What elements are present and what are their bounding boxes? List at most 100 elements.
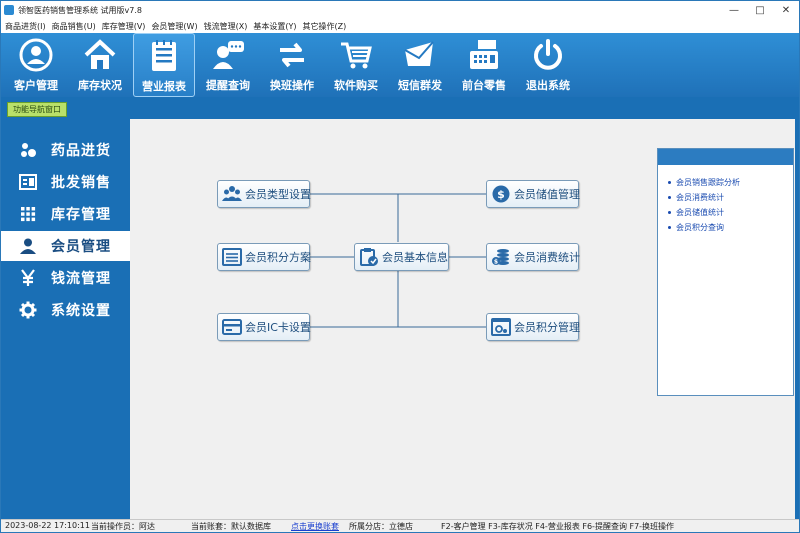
node-ic-card[interactable]: 会员IC卡设置 — [217, 313, 311, 341]
grid-icon — [21, 207, 36, 222]
toolbar-label: 提醒查询 — [206, 79, 250, 92]
status-branch: 所属分店：立德店 — [349, 522, 413, 531]
link-label: 会员积分查询 — [676, 223, 724, 232]
sidebar-item-member[interactable]: 会员管理 — [1, 231, 130, 261]
toolbar-retail-button[interactable]: 前台零售 — [453, 33, 515, 97]
main-toolbar: 客户管理 库存状况 营业报表 提醒查询 换班操作 软件购买 短信群发 前台零售 — [1, 33, 799, 97]
sidebar-item-label: 钱流管理 — [51, 271, 111, 287]
link-member-consumption-stats[interactable]: 会员消费统计 — [668, 190, 793, 205]
settings-panel-icon — [491, 318, 511, 336]
sidebar-item-cashflow[interactable]: 钱流管理 — [1, 263, 130, 293]
link-member-points-query[interactable]: 会员积分查询 — [668, 220, 793, 235]
node-stored-value[interactable]: $ 会员储值管理 — [486, 180, 580, 208]
toolbar-label: 营业报表 — [142, 80, 186, 93]
content-border — [795, 119, 799, 519]
yen-icon — [21, 269, 35, 286]
menu-bar: 商品进货(I) 商品销售(U) 库存管理(V) 会员管理(W) 钱流管理(X) … — [1, 19, 799, 33]
report-icon — [152, 40, 176, 71]
tab-function-nav[interactable]: 功能导航窗口 — [7, 102, 67, 117]
window-controls: — □ ✕ — [721, 1, 799, 19]
node-member-basic-info[interactable]: 会员基本信息 — [354, 243, 449, 271]
toolbar-sms-button[interactable]: 短信群发 — [389, 33, 451, 97]
ledger-icon — [19, 174, 37, 190]
node-points-scheme[interactable]: 会员积分方案 — [217, 243, 311, 271]
menu-purchase[interactable]: 商品进货(I) — [5, 21, 46, 32]
sidebar-item-settings[interactable]: 系统设置 — [1, 295, 130, 325]
panel-header — [658, 149, 793, 165]
menu-cashflow[interactable]: 钱流管理(X) — [204, 21, 248, 32]
people-icon — [222, 186, 242, 201]
menu-other[interactable]: 其它操作(Z) — [302, 21, 346, 32]
link-member-stored-value-stats[interactable]: 会员储值统计 — [668, 205, 793, 220]
close-button[interactable]: ✕ — [773, 1, 799, 19]
toolbar-label: 库存状况 — [78, 79, 122, 92]
toolbar-stock-button[interactable]: 库存状况 — [69, 33, 131, 97]
toolbar-label: 短信群发 — [398, 79, 442, 92]
bullet-icon — [668, 211, 671, 214]
status-bar: 2023-08-22 17:10:11 当前操作员：阿达 当前账套：默认数据库 … — [1, 519, 799, 532]
sidebar-item-label: 批发销售 — [51, 175, 111, 191]
quick-links-panel: 会员销售跟踪分析 会员消费统计 会员储值统计 会员积分查询 — [657, 148, 794, 396]
minimize-button[interactable]: — — [721, 1, 747, 19]
toolbar-label: 前台零售 — [462, 79, 506, 92]
home-icon — [84, 39, 116, 69]
app-icon — [4, 5, 14, 15]
node-label: 会员消费统计 — [514, 251, 580, 264]
sidebar: 药品进货 批发销售 库存管理 会员管理 钱流管理 系统设置 — [1, 119, 130, 519]
svg-text:$: $ — [494, 259, 498, 266]
node-consumption-stats[interactable]: $ 会员消费统计 — [486, 243, 580, 271]
sidebar-item-label: 系统设置 — [51, 303, 111, 319]
switch-account-link[interactable]: 点击更换账套 — [291, 521, 339, 532]
menu-inventory[interactable]: 库存管理(V) — [102, 21, 146, 32]
status-account: 当前账套：默认数据库 — [191, 522, 271, 531]
menu-settings[interactable]: 基本设置(Y) — [253, 21, 296, 32]
cart-icon — [341, 42, 372, 69]
link-label: 会员储值统计 — [676, 208, 724, 217]
sidebar-item-label: 会员管理 — [51, 239, 111, 255]
bullet-icon — [668, 196, 671, 199]
sidebar-item-label: 库存管理 — [51, 207, 111, 223]
toolbar-shift-button[interactable]: 换班操作 — [261, 33, 323, 97]
bullet-icon — [668, 181, 671, 184]
menu-member[interactable]: 会员管理(W) — [151, 21, 197, 32]
svg-text:$: $ — [497, 188, 505, 201]
gear-icon — [19, 301, 37, 319]
pills-icon — [21, 143, 36, 157]
status-operator: 当前操作员：阿达 — [91, 522, 155, 531]
toolbar-label: 客户管理 — [14, 79, 58, 92]
node-points-management[interactable]: 会员积分管理 — [486, 313, 580, 341]
node-label: 会员基本信息 — [382, 251, 448, 264]
coins-stack-icon: $ — [492, 249, 509, 266]
maximize-button[interactable]: □ — [747, 1, 773, 19]
toolbar-customer-button[interactable]: 客户管理 — [5, 33, 67, 97]
bullet-icon — [668, 226, 671, 229]
user-icon — [20, 238, 36, 254]
window-title: 领智医药销售管理系统 试用版v7.8 — [18, 5, 142, 15]
toolbar-report-button[interactable]: 营业报表 — [133, 33, 195, 97]
node-label: 会员积分管理 — [514, 321, 580, 334]
node-member-type[interactable]: 会员类型设置 — [217, 180, 311, 208]
node-label: 会员IC卡设置 — [245, 321, 311, 334]
node-label: 会员积分方案 — [245, 251, 311, 264]
toolbar-buy-button[interactable]: 软件购买 — [325, 33, 387, 97]
customer-icon — [19, 38, 53, 72]
status-datetime: 2023-08-22 17:10:11 — [5, 521, 90, 530]
link-label: 会员消费统计 — [676, 193, 724, 202]
member-info-icon — [360, 248, 378, 266]
nav-tab-strip: 功能导航窗口 — [1, 97, 799, 119]
node-label: 会员储值管理 — [514, 188, 580, 201]
toolbar-label: 退出系统 — [526, 79, 570, 92]
sidebar-item-label: 药品进货 — [51, 143, 111, 159]
menu-sales[interactable]: 商品销售(U) — [52, 21, 96, 32]
status-shortcuts: F2-客户管理 F3-库存状况 F4-营业报表 F6-提醒查询 F7-换班操作 — [441, 522, 675, 531]
app-window: 领智医药销售管理系统 试用版v7.8 — □ ✕ 商品进货(I) 商品销售(U)… — [0, 0, 800, 533]
cash-register-icon — [470, 40, 498, 69]
main-content: 会员类型设置 会员积分方案 会员IC卡设置 会员基本信息 $ 会员储值管理 $ … — [130, 119, 795, 519]
link-member-sales-tracking[interactable]: 会员销售跟踪分析 — [668, 175, 793, 190]
chat-user-icon — [213, 41, 244, 69]
sidebar-item-wholesale[interactable]: 批发销售 — [1, 167, 130, 197]
toolbar-exit-button[interactable]: 退出系统 — [517, 33, 579, 97]
sidebar-item-inventory[interactable]: 库存管理 — [1, 199, 130, 229]
toolbar-reminder-button[interactable]: 提醒查询 — [197, 33, 259, 97]
sidebar-item-purchase[interactable]: 药品进货 — [1, 135, 130, 165]
